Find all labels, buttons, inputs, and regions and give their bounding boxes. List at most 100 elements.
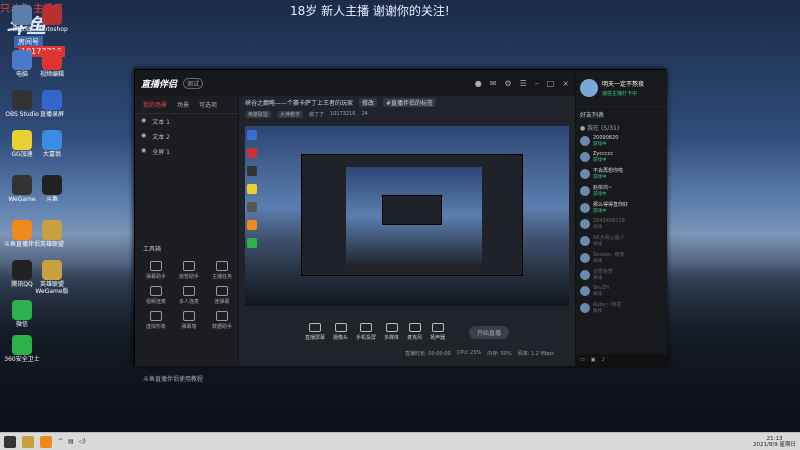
network-icon[interactable]: ▤ — [68, 438, 74, 445]
help-link[interactable]: 斗鱼直播伴侣使用教程 — [143, 374, 203, 383]
tool-button[interactable]: 弹幕墙 — [174, 311, 204, 330]
scene-item[interactable]: ◉ 文本 1 — [135, 114, 238, 129]
message-icon[interactable]: ✉ — [490, 79, 497, 88]
avatar — [580, 302, 590, 313]
media-button[interactable]: 多媒体 — [384, 323, 399, 341]
friend-name: Ruby~ 阿花 — [593, 302, 622, 308]
start-live-button[interactable]: 开始直播 — [468, 325, 509, 339]
desktop-icon[interactable]: Photoshop — [34, 5, 70, 33]
friend-item[interactable]: AK大哥心超人 离线 — [576, 232, 667, 249]
desktop-icon[interactable]: 英雄联盟 — [34, 220, 70, 248]
tool-button[interactable]: 视频连麦 — [141, 286, 171, 305]
app-icon — [12, 50, 32, 70]
tool-button[interactable]: 连弹幕 — [207, 286, 237, 305]
friend-name: Season· 夜夜 — [593, 252, 625, 258]
maximize-icon[interactable]: □ — [547, 79, 555, 88]
friend-item[interactable]: 那么得得直你好 游戏中 — [576, 199, 667, 216]
desktop-icon-label: 大富翁 — [42, 151, 61, 158]
app-icon — [12, 130, 32, 150]
taskbar-app-icon[interactable] — [40, 435, 52, 448]
tool-button[interactable]: 虚拟形象 — [141, 311, 171, 330]
profile-card[interactable]: 明天一定不熬夜 诚信主播打卡中 — [576, 70, 667, 106]
screen-capture-button[interactable]: 直播屏幕 — [305, 323, 325, 341]
friend-item[interactable]: 20090820 游戏中 — [576, 133, 667, 149]
desktop-icon[interactable]: 视频编辑 — [34, 50, 70, 78]
speaker-button[interactable]: 扬声器 — [430, 323, 445, 341]
friend-item[interactable]: 2843458729 离线 — [576, 216, 667, 232]
control-label: 扬声器 — [430, 335, 446, 341]
tool-label: 房管助手 — [178, 274, 199, 280]
desktop-icon-label: 英雄联盟WeGame版 — [35, 281, 69, 295]
avatar — [580, 219, 590, 229]
game-category[interactable]: 英雄联盟 — [245, 110, 272, 118]
scene-label: 全屏 1 — [152, 149, 170, 156]
stream-preview[interactable] — [245, 126, 569, 306]
desktop-icon[interactable]: 微信 — [4, 300, 40, 328]
friend-item[interactable]: SkyZH 离线 — [576, 283, 667, 299]
friend-item[interactable]: 记愿余梦 离线 — [576, 266, 667, 283]
minimize-icon[interactable]: – — [535, 79, 539, 88]
mic-icon[interactable]: ♪ — [601, 357, 604, 363]
friend-item[interactable]: 赵依鸿~ 游戏中 — [576, 182, 667, 199]
friend-item[interactable]: Ruby~ 阿花 离线 — [576, 299, 667, 316]
avatar[interactable] — [580, 79, 598, 97]
friend-item[interactable]: Zyccccc 游戏中 — [576, 149, 667, 165]
chevron-up-icon[interactable]: ^ — [58, 438, 63, 445]
taskbar-app-icon[interactable] — [22, 435, 34, 448]
clock[interactable]: 21:13 2021/8/9 星期日 — [753, 436, 796, 448]
desktop-icon[interactable]: 直播录屏 — [34, 90, 70, 118]
tool-button[interactable]: 主播任务 — [207, 261, 237, 280]
tool-button[interactable]: 弹幕助手 — [141, 261, 171, 280]
friends-list: 20090820 游戏中 Zyccccc 游戏中 不会再想你啦 游戏中 赵依鸿~ 游戏中 那么得… — [576, 133, 667, 316]
chat-icon[interactable]: ▭ — [580, 357, 585, 363]
scene-item[interactable]: ◉ 全屏 1 — [135, 144, 238, 159]
settings-icon[interactable]: ⚙ — [504, 79, 511, 88]
desktop-icon-label: 直播录屏 — [39, 111, 64, 118]
stream-title: 峡谷之巅略——个赛卡萨丁上王者的玩家 — [245, 99, 354, 107]
version-badge: 测试 — [183, 77, 204, 89]
coin-icon[interactable]: ● — [475, 79, 482, 88]
friend-name: 记愿余梦 — [593, 269, 614, 275]
center-panel: 峡谷之巅略——个赛卡萨丁上王者的玩家 修改 #直播伴侣的标签 英雄联盟 大神教学… — [239, 96, 575, 366]
app-icon — [12, 175, 32, 195]
notification-icon[interactable]: ▣ — [591, 357, 596, 363]
desktop-icon[interactable]: 大富翁 — [34, 130, 70, 158]
fans-count: 24 — [361, 111, 368, 117]
phone-cast-button[interactable]: 手机投屏 — [356, 323, 376, 341]
stream-tag[interactable]: #直播伴侣的标签 — [383, 97, 437, 107]
tool-button[interactable]: 数据助手 — [207, 311, 237, 330]
scene-item[interactable]: ◉ 文本 2 — [135, 129, 238, 144]
desktop-icon[interactable]: 斗鱼 — [34, 175, 70, 203]
friend-item[interactable]: Season· 夜夜 离线 — [576, 249, 667, 266]
friend-item[interactable]: 不会再想你啦 游戏中 — [576, 165, 667, 182]
tab-options[interactable]: 可选项 — [199, 100, 217, 109]
desktop-icon-label: 微信 — [15, 321, 28, 328]
friend-status: 游戏中 — [593, 192, 607, 197]
camera-button[interactable]: 摄像头 — [333, 323, 348, 341]
friend-status: 离线 — [593, 292, 602, 297]
tool-button[interactable]: 多人连麦 — [174, 286, 204, 305]
volume-icon[interactable]: ◁) — [79, 438, 86, 445]
tab-my-scene[interactable]: 我的场景 — [143, 100, 167, 109]
status-item: 直播时长: 00:00:00 — [405, 351, 451, 357]
desktop-icon[interactable]: 英雄联盟WeGame版 — [34, 260, 70, 295]
tab-scene[interactable]: 场景 — [177, 100, 189, 109]
eye-icon[interactable]: ◉ — [141, 147, 146, 156]
app-icon — [12, 335, 32, 355]
mic-button[interactable]: 麦克风 — [407, 323, 422, 341]
desktop-icon[interactable]: 360安全卫士 — [4, 335, 40, 363]
eye-icon[interactable]: ◉ — [141, 117, 146, 126]
eye-icon[interactable]: ◉ — [141, 132, 146, 141]
menu-icon[interactable]: ☰ — [520, 79, 527, 88]
avatar — [580, 252, 590, 263]
start-button[interactable] — [4, 435, 16, 448]
friend-status: 离线 — [593, 259, 602, 264]
edit-title-button[interactable]: 修改 — [359, 97, 378, 107]
friends-group[interactable]: ● 我在 (5/31) — [576, 122, 667, 133]
avatar — [580, 136, 590, 146]
sub-category[interactable]: 大神教学 — [277, 110, 304, 118]
control-bar: 直播屏幕 摄像头 手机投屏 多媒体 麦克风 扬声器 开始直播 — [245, 312, 569, 352]
close-icon[interactable]: × — [562, 79, 569, 88]
streaming-app-window: 直播伴侣 测试 ● ✉ ⚙ ☰ – □ × 我的场景 场景 可选项 ◉ 文本 1 … — [134, 69, 668, 383]
tool-button[interactable]: 房管助手 — [174, 261, 204, 280]
